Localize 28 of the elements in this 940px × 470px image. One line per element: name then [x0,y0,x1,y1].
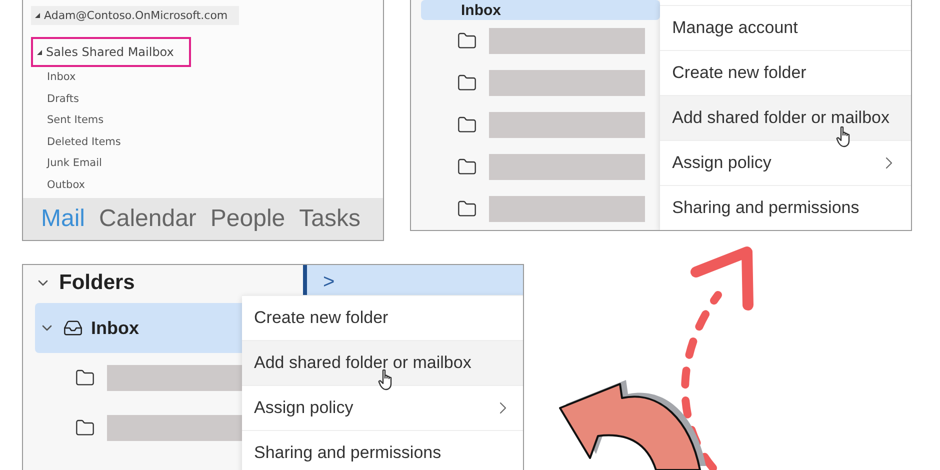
menu-item[interactable]: Create new folder [660,50,911,95]
folder-item[interactable]: Sent Items [31,110,383,132]
inbox-icon [63,318,83,338]
folder-item[interactable]: Outbox [31,174,383,196]
menu-item[interactable]: Manage account [660,5,911,50]
nav-tab[interactable]: Calendar [99,205,196,233]
folder-item[interactable]: Junk Email [31,153,383,174]
folder-icon [457,199,477,219]
menu-item[interactable]: Create new folder [242,295,523,340]
menu-item[interactable]: Sharing and permissions [660,185,911,230]
folder-item[interactable]: Deleted Items [31,132,383,153]
folder-icon [75,418,95,438]
folder-item[interactable]: Inbox [31,67,383,88]
folder-icon [457,31,477,52]
inbox-row[interactable]: Inbox [421,0,660,20]
account-row[interactable]: Adam@Contoso.OnMicrosoft.com [31,6,239,25]
folders-header[interactable]: Folders [35,271,285,295]
menu-item[interactable]: Sharing and permissions [242,430,523,470]
menu-item[interactable]: Assign policy [242,385,523,430]
nav-tab[interactable]: People [210,205,286,233]
folder-icon [75,368,95,388]
folder-item[interactable]: Drafts [31,88,383,110]
folder-icon [457,115,477,136]
folder-icon [457,73,477,94]
shared-mailbox-row[interactable]: Sales Shared Mailbox [31,37,191,67]
folder-icon [457,157,477,178]
menu-item[interactable]: Assign policy [660,140,911,185]
nav-tab[interactable]: Tasks [299,205,361,233]
